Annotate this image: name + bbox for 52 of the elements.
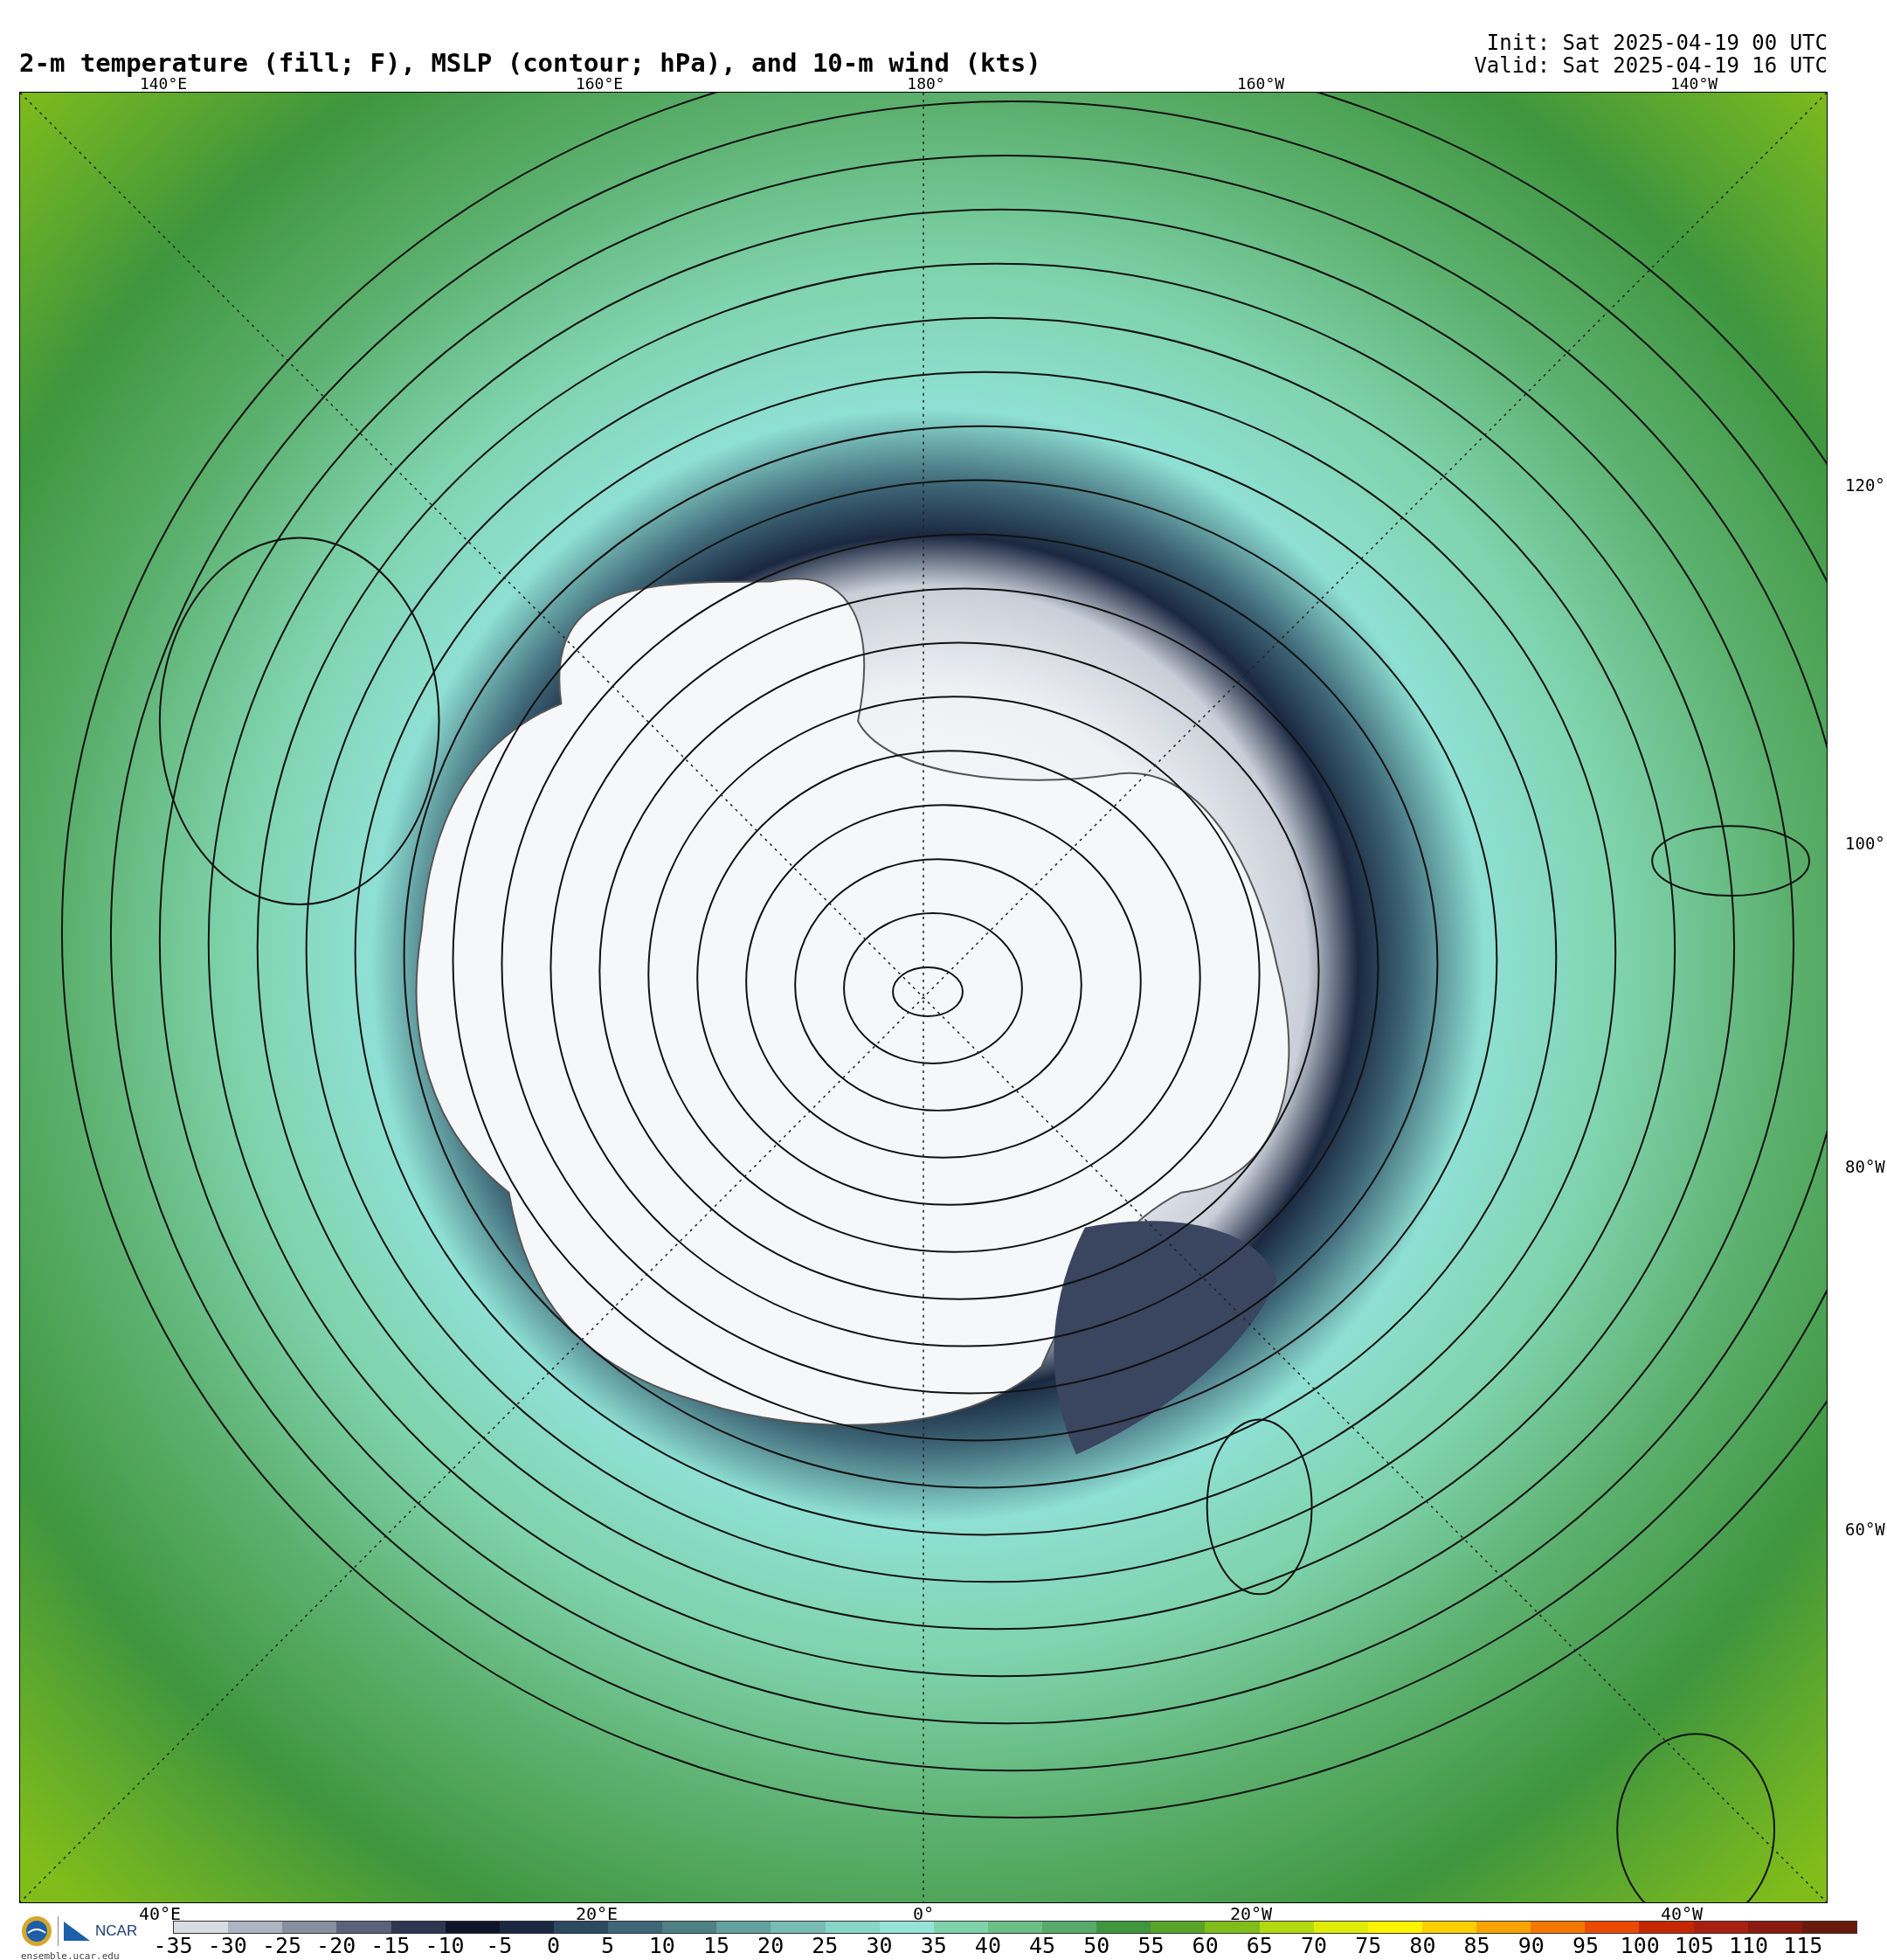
latitude-label: 100° (1845, 835, 1885, 852)
scale-value: 45 (1028, 1934, 1057, 1958)
scale-value: 20 (757, 1934, 785, 1958)
latitude-label: 80°W (1845, 1158, 1885, 1175)
scale-value: 115 (1782, 1934, 1824, 1958)
longitude-label: 160°E (575, 75, 624, 92)
scale-value: 0 (545, 1934, 561, 1958)
nsf-logo-icon (21, 1915, 52, 1947)
longitude-label: 40°W (1660, 1905, 1704, 1922)
scale-value: 80 (1408, 1934, 1437, 1958)
scale-value: -20 (315, 1934, 357, 1958)
map-title: 2-m temperature (fill; F), MSLP (contour; hPa), and 10-m wind (kts) (19, 49, 1041, 77)
scale-value: -5 (485, 1934, 514, 1958)
longitude-label: 180° (907, 75, 945, 92)
longitude-label: 40°E (138, 1905, 182, 1922)
longitude-label: 160°W (1236, 75, 1285, 92)
ncar-logo-icon (64, 1922, 90, 1941)
scale-value: 55 (1137, 1934, 1165, 1958)
scale-value: -15 (370, 1934, 411, 1958)
init-time: Init: Sat 2025-04-19 00 UTC (1486, 31, 1828, 54)
longitude-label: 0° (912, 1905, 935, 1922)
website-url: ensemble.ucar.edu (21, 1950, 121, 1960)
longitude-label: 20°W (1229, 1905, 1273, 1922)
scale-value: 15 (702, 1934, 730, 1958)
scale-value: 105 (1673, 1934, 1715, 1958)
longitude-label: 140°W (1669, 75, 1718, 92)
scale-value: 10 (647, 1934, 676, 1958)
scale-value: 95 (1571, 1934, 1600, 1958)
latitude-label: 120° (1845, 476, 1885, 494)
latitude-label: 60°W (1845, 1520, 1885, 1538)
scale-value: 30 (865, 1934, 894, 1958)
scale-value: 50 (1082, 1934, 1111, 1958)
scale-value: 75 (1354, 1934, 1383, 1958)
longitude-label: 20°E (575, 1905, 619, 1922)
scale-value: 25 (811, 1934, 840, 1958)
scale-value: -10 (424, 1934, 466, 1958)
scale-value: 90 (1517, 1934, 1545, 1958)
ncar-logo-text: NCAR (95, 1922, 138, 1940)
scale-value: 100 (1619, 1934, 1661, 1958)
scale-value: 5 (600, 1934, 616, 1958)
longitude-label: 140°E (139, 75, 188, 92)
scale-value: 85 (1462, 1934, 1491, 1958)
scale-value: 60 (1191, 1934, 1220, 1958)
scale-value: -35 (152, 1934, 194, 1958)
valid-time: Valid: Sat 2025-04-19 16 UTC (1474, 54, 1828, 77)
scale-value: -30 (206, 1934, 248, 1958)
scale-value: -25 (260, 1934, 303, 1958)
scale-value: 40 (973, 1934, 1002, 1958)
scale-value: 35 (919, 1934, 948, 1958)
scale-value: 65 (1245, 1934, 1274, 1958)
scale-value: 110 (1727, 1934, 1770, 1958)
scale-value: 70 (1299, 1934, 1329, 1958)
